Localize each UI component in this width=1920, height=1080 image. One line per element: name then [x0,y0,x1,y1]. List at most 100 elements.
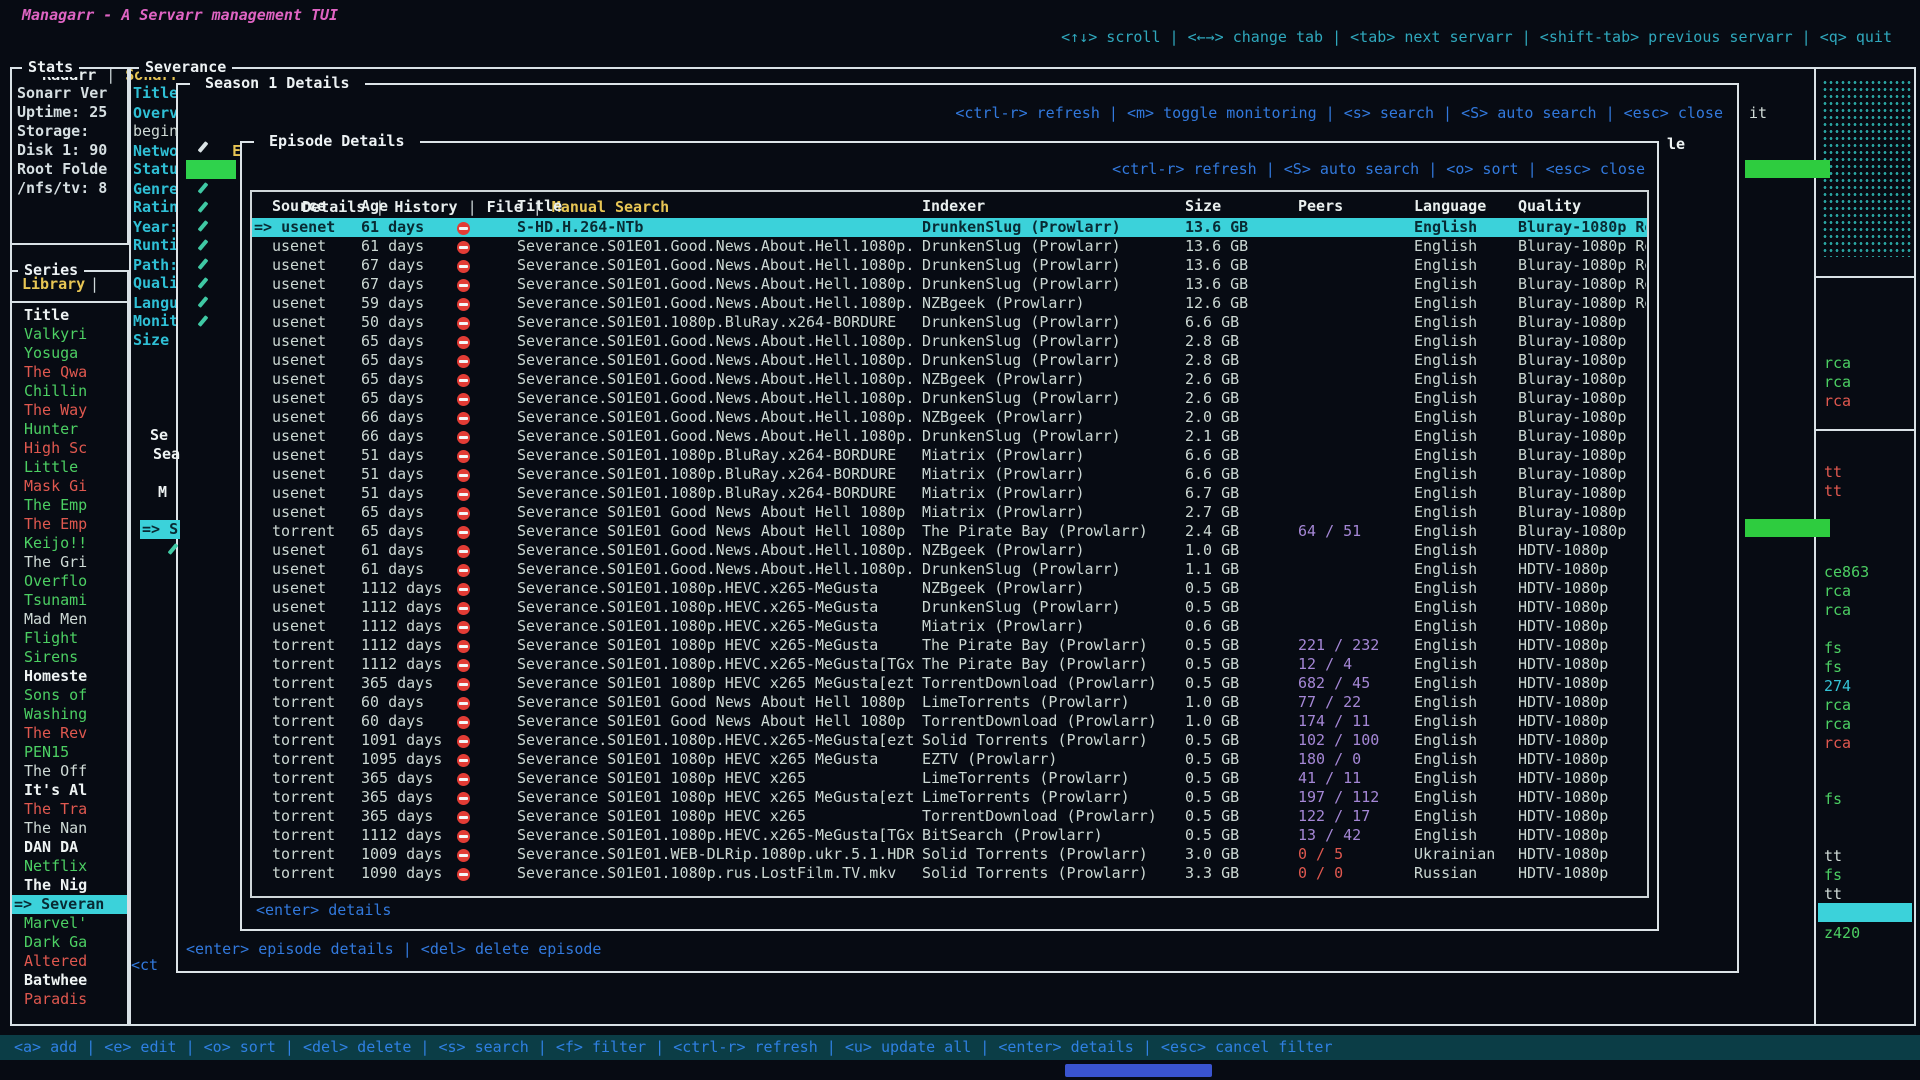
series-row[interactable]: Paradis [12,990,127,1009]
series-row[interactable]: => Severan [12,895,127,914]
release-row[interactable]: torrent 65 days Severance S01E01 Good Ne… [252,522,1647,541]
series-row[interactable]: The Off [12,762,127,781]
series-row[interactable]: The Nig [12,876,127,895]
release-row[interactable]: torrent 365 days Severance S01E01 1080p … [252,769,1647,788]
release-language: English [1414,484,1477,503]
release-age: 61 days [361,541,424,560]
series-row[interactable]: Mad Men [12,610,127,629]
series-row[interactable]: Valkyri [12,325,127,344]
release-row[interactable]: usenet 59 days Severance.S01E01.Good.New… [252,294,1647,313]
series-row[interactable]: Little [12,458,127,477]
pencil-icon[interactable] [196,217,210,236]
column-header[interactable]: Language [1414,197,1486,216]
release-row[interactable]: usenet 51 days Severance.S01E01.1080p.Bl… [252,484,1647,503]
release-row[interactable]: usenet 1112 days Severance.S01E01.1080p.… [252,579,1647,598]
release-row[interactable]: usenet 51 days Severance.S01E01.1080p.Bl… [252,446,1647,465]
release-row[interactable]: torrent 1091 days Severance.S01E01.1080p… [252,731,1647,750]
series-row[interactable]: Chillin [12,382,127,401]
pencil-icon[interactable] [196,293,210,312]
release-row[interactable]: torrent 365 days Severance S01E01 1080p … [252,788,1647,807]
pencil-icon[interactable] [196,138,210,157]
series-row[interactable]: The Qwa [12,363,127,382]
release-row[interactable]: torrent 1112 days Severance.S01E01.1080p… [252,655,1647,674]
series-row[interactable]: Mask Gi [12,477,127,496]
pencil-icon[interactable] [196,198,210,217]
series-row[interactable]: High Sc [12,439,127,458]
release-row[interactable]: => usenet 61 days S-HD.H.264-NTb Drunken… [252,218,1647,237]
series-row[interactable]: Marvel' [12,914,127,933]
series-row[interactable]: Dark Ga [12,933,127,952]
pencil-icon[interactable] [196,179,210,198]
pencil-icon[interactable] [196,274,210,293]
release-row[interactable]: usenet 61 days Severance.S01E01.Good.New… [252,237,1647,256]
column-header[interactable]: Size [1185,197,1221,216]
release-source: torrent [272,826,335,845]
series-row[interactable]: Overflo [12,572,127,591]
release-source: torrent [272,845,335,864]
release-row[interactable]: torrent 365 days Severance S01E01 1080p … [252,674,1647,693]
series-row[interactable]: Hunter [12,420,127,439]
series-row[interactable]: It's Al [12,781,127,800]
release-row[interactable]: usenet 65 days Severance.S01E01.Good.New… [252,389,1647,408]
series-row[interactable]: Washing [12,705,127,724]
pencil-icon[interactable] [196,236,210,255]
release-row[interactable]: usenet 66 days Severance.S01E01.Good.New… [252,408,1647,427]
release-row[interactable]: torrent 1009 days Severance.S01E01.WEB-D… [252,845,1647,864]
column-header[interactable]: Source [272,197,326,216]
column-header[interactable]: Indexer [922,197,1182,216]
release-row[interactable]: usenet 61 days Severance.S01E01.Good.New… [252,541,1647,560]
series-row[interactable]: Flight [12,629,127,648]
series-row[interactable]: PEN15 [12,743,127,762]
column-header[interactable]: Title [517,197,919,216]
series-row[interactable]: The Emp [12,515,127,534]
release-row[interactable]: torrent 1095 days Severance S01E01 1080p… [252,750,1647,769]
series-row[interactable]: Netflix [12,857,127,876]
series-row[interactable]: Homeste [12,667,127,686]
release-row[interactable]: usenet 67 days Severance.S01E01.Good.New… [252,256,1647,275]
release-row[interactable]: usenet 50 days Severance.S01E01.1080p.Bl… [252,313,1647,332]
series-row[interactable]: DAN DA [12,838,127,857]
release-row[interactable]: usenet 51 days Severance.S01E01.1080p.Bl… [252,465,1647,484]
release-row[interactable]: torrent 60 days Severance S01E01 Good Ne… [252,693,1647,712]
release-row[interactable]: torrent 365 days Severance S01E01 1080p … [252,807,1647,826]
rejected-icon [457,446,470,465]
pencil-icon[interactable] [196,312,210,331]
release-row[interactable]: torrent 60 days Severance S01E01 Good Ne… [252,712,1647,731]
release-row[interactable]: usenet 1112 days Severance.S01E01.1080p.… [252,617,1647,636]
release-row[interactable]: usenet 1112 days Severance.S01E01.1080p.… [252,598,1647,617]
release-source: torrent [272,636,335,655]
series-row[interactable]: The Rev [12,724,127,743]
series-row[interactable]: The Emp [12,496,127,515]
column-header[interactable]: Peers [1298,197,1343,216]
pencil-icon[interactable] [196,255,210,274]
detail-field-label: Quali [133,274,178,293]
series-row[interactable]: Keijo!! [12,534,127,553]
series-row[interactable]: Sons of [12,686,127,705]
selected-episode-row[interactable]: => [186,160,236,179]
series-row[interactable]: The Tra [12,800,127,819]
release-row[interactable]: torrent 1112 days Severance.S01E01.1080p… [252,826,1647,845]
series-row[interactable]: Yosuga [12,344,127,363]
series-row[interactable]: Altered [12,952,127,971]
tab-library[interactable]: Library [22,275,85,294]
release-row[interactable]: torrent 1090 days Severance.S01E01.1080p… [252,864,1647,883]
series-row[interactable]: The Nan [12,819,127,838]
series-row[interactable]: Tsunami [12,591,127,610]
series-row[interactable]: The Gri [12,553,127,572]
series-row[interactable]: Sirens [12,648,127,667]
series-row[interactable]: The Way [12,401,127,420]
taskbar-indicator[interactable] [1065,1064,1212,1077]
release-row[interactable]: torrent 1112 days Severance S01E01 1080p… [252,636,1647,655]
series-row[interactable]: Batwhee [12,971,127,990]
release-row[interactable]: usenet 65 days Severance.S01E01.Good.New… [252,370,1647,389]
column-header[interactable]: Quality [1518,197,1646,216]
release-row[interactable]: usenet 65 days Severance.S01E01.Good.New… [252,351,1647,370]
release-row[interactable]: usenet 67 days Severance.S01E01.Good.New… [252,275,1647,294]
release-row[interactable]: usenet 65 days Severance.S01E01.Good.New… [252,332,1647,351]
release-row[interactable]: usenet 66 days Severance.S01E01.Good.New… [252,427,1647,446]
release-row[interactable]: usenet 65 days Severance S01E01 Good New… [252,503,1647,522]
release-title: S-HD.H.264-NTb [517,218,919,237]
release-title: Severance.S01E01.Good.News.About.Hell.10… [517,332,919,351]
release-row[interactable]: usenet 61 days Severance.S01E01.Good.New… [252,560,1647,579]
column-header[interactable]: Age [361,197,388,216]
